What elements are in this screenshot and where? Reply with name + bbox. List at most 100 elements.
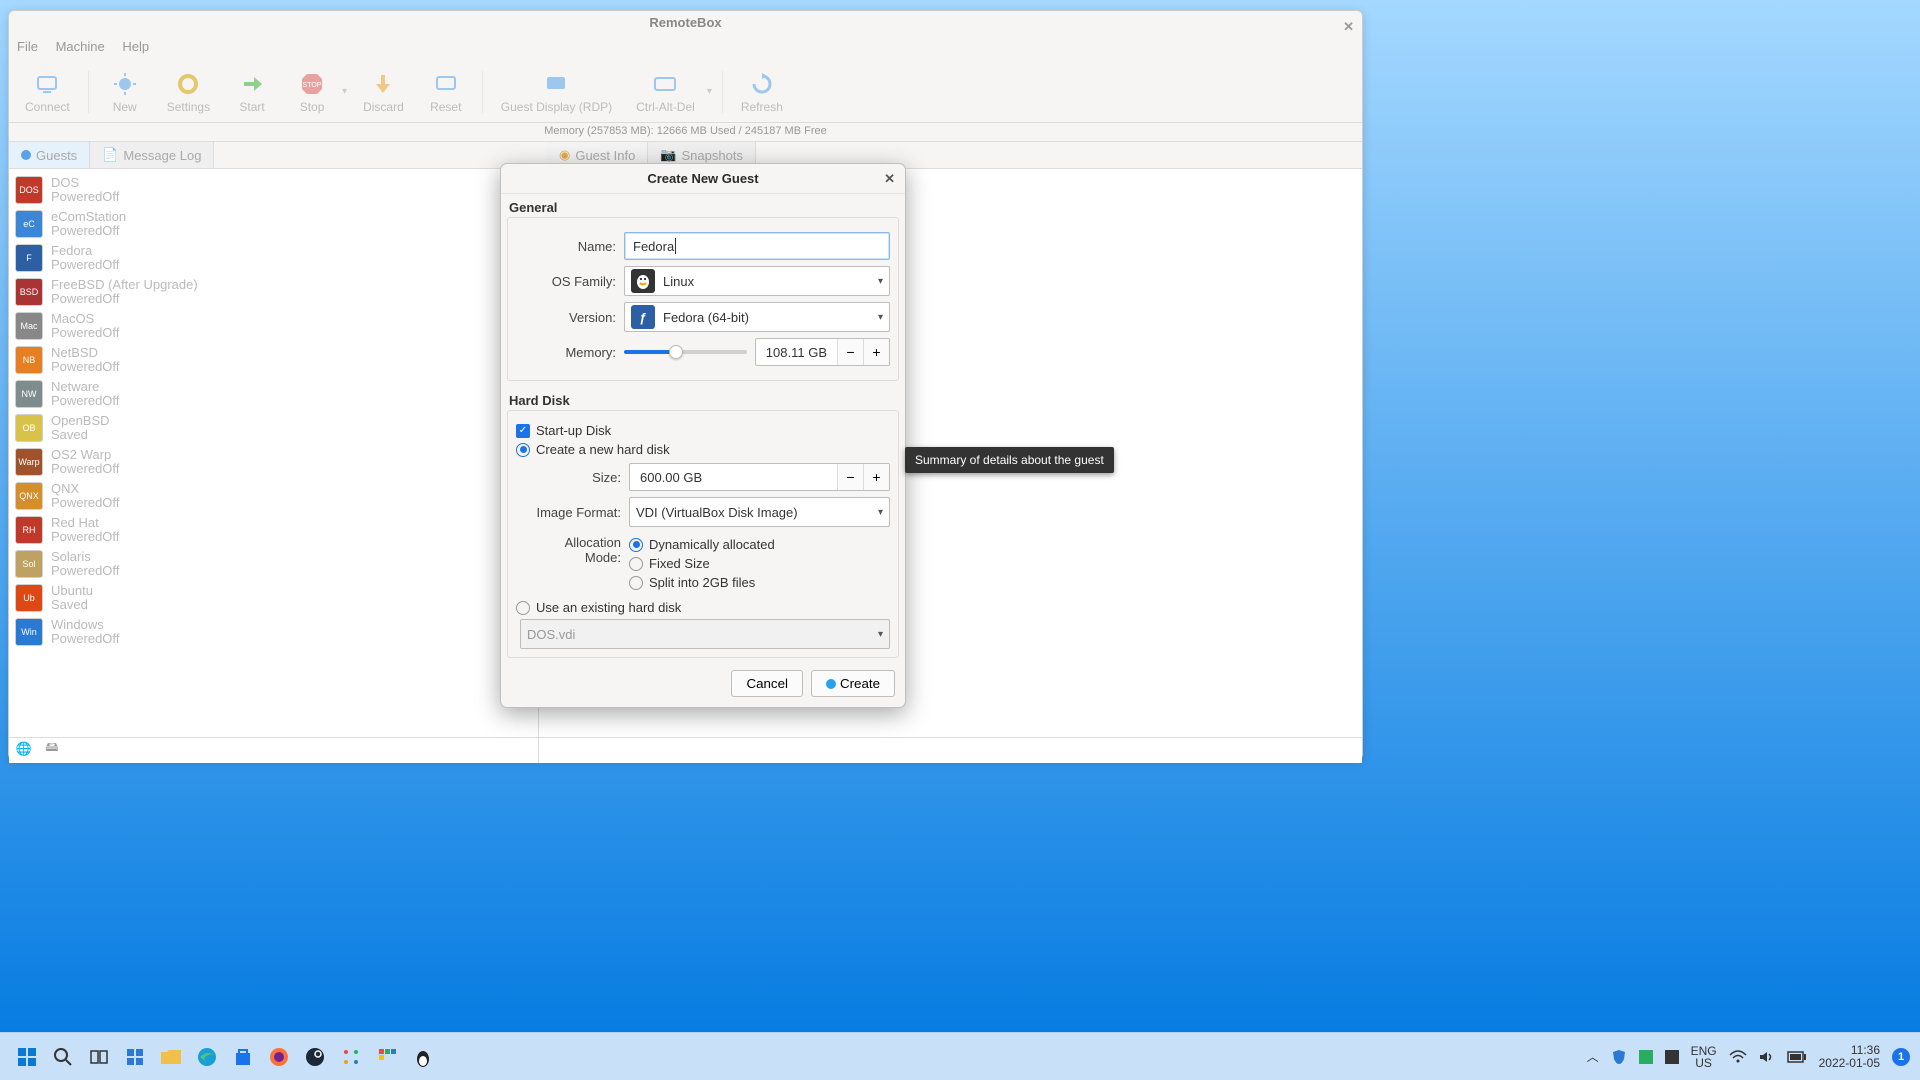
size-decrement-button[interactable]: − bbox=[837, 464, 863, 490]
size-increment-button[interactable]: + bbox=[863, 464, 889, 490]
guest-list-item[interactable]: Warp OS2 WarpPoweredOff bbox=[13, 445, 534, 479]
tray-chevron-icon[interactable]: ︿ bbox=[1587, 1048, 1599, 1065]
memory-spinbox[interactable]: 108.11 GB − + bbox=[755, 338, 890, 366]
size-spinbox[interactable]: 600.00 GB − + bbox=[629, 463, 890, 491]
search-icon[interactable] bbox=[50, 1044, 76, 1070]
menu-machine[interactable]: Machine bbox=[56, 39, 105, 54]
guest-list[interactable]: DOS DOSPoweredOffeC eComStationPoweredOf… bbox=[9, 169, 538, 763]
toolbar-guest-display[interactable]: Guest Display (RDP) bbox=[489, 66, 624, 118]
linux-penguin-icon bbox=[631, 269, 655, 293]
window-close-button[interactable]: ✕ bbox=[1343, 15, 1354, 39]
tray-wifi-icon[interactable] bbox=[1729, 1050, 1747, 1064]
guest-list-item[interactable]: Sol SolarisPoweredOff bbox=[13, 547, 534, 581]
guest-name: OpenBSD bbox=[51, 414, 110, 428]
menu-file[interactable]: File bbox=[17, 39, 38, 54]
cad-dropdown-arrow-icon[interactable]: ▾ bbox=[707, 86, 716, 97]
toolbar-refresh[interactable]: Refresh bbox=[729, 66, 795, 118]
alloc-fixed-radio[interactable]: Fixed Size bbox=[629, 556, 775, 571]
memory-increment-button[interactable]: + bbox=[863, 339, 889, 365]
guest-list-item[interactable]: NW NetwarePoweredOff bbox=[13, 377, 534, 411]
guest-state: PoweredOff bbox=[51, 530, 119, 544]
memory-decrement-button[interactable]: − bbox=[837, 339, 863, 365]
task-view-icon[interactable] bbox=[86, 1044, 112, 1070]
guest-state: PoweredOff bbox=[51, 632, 119, 646]
tab-guests[interactable]: Guests bbox=[9, 142, 90, 168]
tray-shield-icon[interactable] bbox=[1611, 1049, 1627, 1065]
guest-list-item[interactable]: RH Red HatPoweredOff bbox=[13, 513, 534, 547]
menu-bar: File Machine Help bbox=[9, 35, 1362, 61]
guest-state: PoweredOff bbox=[51, 258, 119, 272]
cancel-button[interactable]: Cancel bbox=[731, 670, 803, 697]
stop-dropdown-arrow-icon[interactable]: ▾ bbox=[342, 86, 351, 97]
info-icon: ◉ bbox=[559, 147, 570, 163]
version-label: Version: bbox=[516, 310, 616, 325]
section-general-header: General bbox=[501, 194, 905, 217]
name-input[interactable]: Fedora bbox=[624, 232, 890, 260]
firefox-icon[interactable] bbox=[266, 1044, 292, 1070]
memory-slider[interactable] bbox=[624, 350, 747, 354]
startup-disk-checkbox[interactable]: ✓ Start-up Disk bbox=[516, 423, 890, 438]
toolbar-connect[interactable]: Connect bbox=[13, 66, 82, 118]
file-explorer-icon[interactable] bbox=[158, 1044, 184, 1070]
tray-app-icon[interactable] bbox=[1639, 1050, 1653, 1064]
windows-taskbar[interactable]: ︿ ENG US 11:36 2022-01-05 1 bbox=[0, 1032, 1920, 1080]
tab-message-log[interactable]: 📄 Message Log bbox=[90, 142, 214, 168]
guest-state: PoweredOff bbox=[51, 564, 119, 578]
guest-list-item[interactable]: Mac MacOSPoweredOff bbox=[13, 309, 534, 343]
guest-state: PoweredOff bbox=[51, 326, 119, 340]
guest-list-item[interactable]: OB OpenBSDSaved bbox=[13, 411, 534, 445]
start-button[interactable] bbox=[14, 1044, 40, 1070]
create-new-disk-radio[interactable]: Create a new hard disk bbox=[516, 442, 890, 457]
guest-state: PoweredOff bbox=[51, 496, 119, 510]
toolbar-ctrl-alt-del[interactable]: Ctrl-Alt-Del bbox=[624, 66, 707, 118]
tray-battery-icon[interactable] bbox=[1787, 1051, 1807, 1063]
dialog-close-button[interactable]: ✕ bbox=[884, 171, 895, 187]
guest-state: PoweredOff bbox=[51, 224, 126, 238]
terminal-penguin-icon[interactable] bbox=[410, 1044, 436, 1070]
guest-list-item[interactable]: F FedoraPoweredOff bbox=[13, 241, 534, 275]
guest-state: PoweredOff bbox=[51, 190, 119, 204]
section-harddisk-header: Hard Disk bbox=[501, 387, 905, 410]
tray-volume-icon[interactable] bbox=[1759, 1050, 1775, 1064]
chevron-down-icon: ▾ bbox=[878, 312, 883, 323]
create-guest-dialog: Create New Guest ✕ General Name: Fedora … bbox=[500, 163, 906, 708]
guest-list-item[interactable]: QNX QNXPoweredOff bbox=[13, 479, 534, 513]
alloc-split-radio[interactable]: Split into 2GB files bbox=[629, 575, 775, 590]
arrow-down-icon bbox=[369, 70, 397, 98]
tray-language[interactable]: ENG US bbox=[1691, 1045, 1717, 1069]
radio-unselected-icon bbox=[629, 576, 643, 590]
guest-list-item[interactable]: Win WindowsPoweredOff bbox=[13, 615, 534, 649]
guest-list-item[interactable]: NB NetBSDPoweredOff bbox=[13, 343, 534, 377]
guest-list-item[interactable]: eC eComStationPoweredOff bbox=[13, 207, 534, 241]
use-existing-disk-radio[interactable]: Use an existing hard disk bbox=[516, 600, 890, 615]
tray-monitor-icon[interactable] bbox=[1665, 1050, 1679, 1064]
svg-text:STOP: STOP bbox=[303, 82, 322, 89]
version-select[interactable]: ƒ Fedora (64-bit) ▾ bbox=[624, 302, 890, 332]
steam-icon[interactable] bbox=[302, 1044, 328, 1070]
toolbar-stop[interactable]: STOP Stop bbox=[282, 66, 342, 118]
tray-clock[interactable]: 11:36 2022-01-05 bbox=[1819, 1044, 1880, 1070]
store-icon[interactable] bbox=[230, 1044, 256, 1070]
create-button[interactable]: Create bbox=[811, 670, 895, 697]
edge-icon[interactable] bbox=[194, 1044, 220, 1070]
app-launcher-icon[interactable] bbox=[338, 1044, 364, 1070]
guest-list-item[interactable]: BSD FreeBSD (After Upgrade)PoweredOff bbox=[13, 275, 534, 309]
existing-disk-select[interactable]: DOS.vdi ▾ bbox=[520, 619, 890, 649]
toolbar-reset[interactable]: Reset bbox=[416, 66, 476, 118]
osfamily-select[interactable]: Linux ▾ bbox=[624, 266, 890, 296]
image-format-select[interactable]: VDI (VirtualBox Disk Image) ▾ bbox=[629, 497, 890, 527]
guest-list-item[interactable]: DOS DOSPoweredOff bbox=[13, 173, 534, 207]
color-picker-icon[interactable] bbox=[374, 1044, 400, 1070]
toolbar-discard[interactable]: Discard bbox=[351, 66, 416, 118]
dialog-titlebar[interactable]: Create New Guest ✕ bbox=[501, 164, 905, 194]
guest-list-item[interactable]: Ub UbuntuSaved bbox=[13, 581, 534, 615]
alloc-dynamic-radio[interactable]: Dynamically allocated bbox=[629, 537, 775, 552]
widgets-icon[interactable] bbox=[122, 1044, 148, 1070]
toolbar-start[interactable]: Start bbox=[222, 66, 282, 118]
toolbar-settings[interactable]: Settings bbox=[155, 66, 222, 118]
window-titlebar[interactable]: RemoteBox ✕ bbox=[9, 11, 1362, 35]
tray-notifications-icon[interactable]: 1 bbox=[1892, 1048, 1910, 1066]
menu-help[interactable]: Help bbox=[122, 39, 149, 54]
toolbar-new[interactable]: New bbox=[95, 66, 155, 118]
chevron-down-icon: ▾ bbox=[878, 507, 883, 518]
